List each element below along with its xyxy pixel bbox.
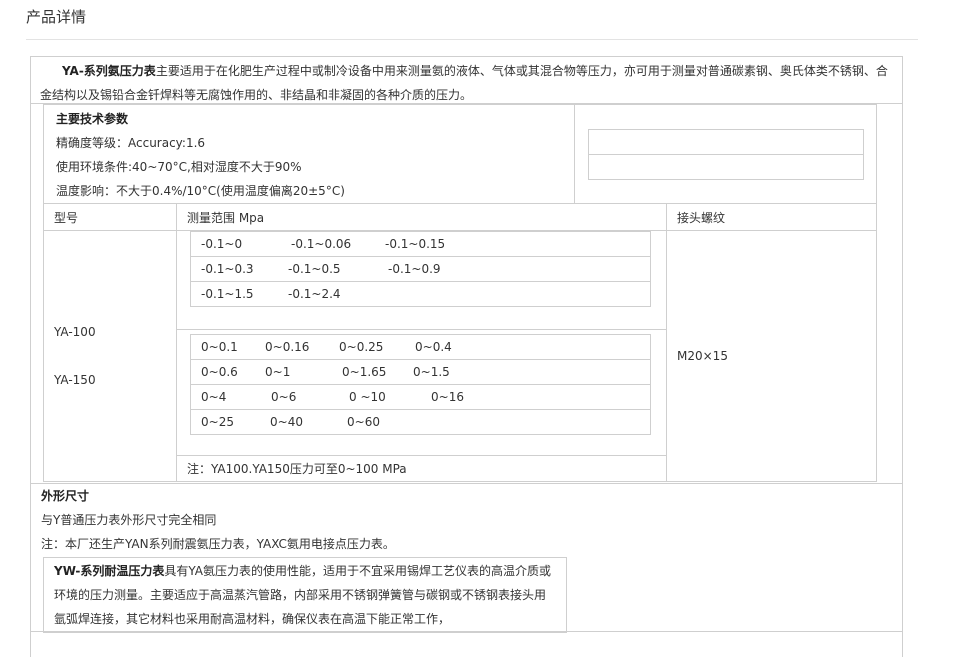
bottom-divider (31, 631, 902, 632)
range-value: -0.1~0.9 (388, 262, 441, 276)
specs-box: 主要技术参数 精确度等级：Accuracy:1.6 使用环境条件:40~70°C… (43, 104, 877, 204)
range-value: 0~1.5 (413, 365, 450, 379)
range-group-divider (176, 329, 666, 330)
specs-title: 主要技术参数 (56, 112, 129, 126)
header-thread: 接头螺纹 (677, 211, 726, 225)
range-value: 0~0.6 (201, 365, 238, 379)
range-value: 0~6 (271, 390, 297, 404)
range-value: -0.1~2.4 (288, 287, 341, 301)
dimensions-text: 与Y普通压力表外形尺寸完全相同 (41, 513, 217, 527)
range-value: 0~0.1 (201, 340, 238, 354)
dimensions-title: 外形尺寸 (41, 489, 90, 503)
range-value: 0~1 (265, 365, 291, 379)
yw-line-2: 环境的压力测量。主要适应于高温蒸汽管路，内部采用不锈钢弹簧管与碳钢或不锈钢表接头… (54, 588, 547, 602)
range-value: -0.1~0.3 (201, 262, 254, 276)
note-divider (176, 455, 666, 456)
table-row: 0~0.6 0~1 0~1.65 0~1.5 (191, 360, 650, 385)
range-value: 0~4 (201, 390, 227, 404)
col-divider-1 (176, 204, 177, 481)
blank-cell-1 (588, 129, 864, 155)
range-value: -0.1~0.5 (288, 262, 341, 276)
range-value: -0.1~0.06 (291, 237, 352, 251)
table-row: 0~4 0~6 0 ~10 0~16 (191, 385, 650, 410)
thread-value: M20×15 (677, 349, 728, 363)
intro-description: 主要适用于在化肥生产过程中或制冷设备中用来测量氨的液体、气体或其混合物等压力，亦… (40, 64, 888, 102)
range-table: 型号 测量范围 Mpa 接头螺纹 YA-100 YA-150 -0.1~0 -0… (43, 203, 877, 482)
positive-range-table: 0~0.1 0~0.16 0~0.25 0~0.4 0~0.6 0~1 0~1.… (190, 334, 651, 435)
spec-temperature: 温度影响：不大于0.4%/10°C(使用温度偏离20±5°C) (56, 184, 345, 198)
intro-paragraph: YA-系列氨压力表主要适用于在化肥生产过程中或制冷设备中用来测量氨的液体、气体或… (40, 59, 895, 107)
range-note: 注：YA100.YA150压力可至0~100 MPa (187, 462, 407, 476)
model-ya150: YA-150 (54, 373, 96, 387)
col-divider-2 (666, 204, 667, 481)
range-value: -0.1~0 (201, 237, 243, 251)
dimensions-note: 注：本厂还生产YAN系列耐震氨压力表，YAXC氨用电接点压力表。 (41, 537, 395, 551)
range-value: -0.1~1.5 (201, 287, 254, 301)
header-model: 型号 (54, 211, 79, 225)
header-range: 测量范围 Mpa (187, 211, 265, 225)
range-value: 0~0.16 (265, 340, 310, 354)
page-title: 产品详情 (26, 8, 87, 26)
range-value: 0~40 (270, 415, 303, 429)
negative-range-table: -0.1~0 -0.1~0.06 -0.1~0.15 -0.1~0.3 -0.1… (190, 231, 651, 307)
yw-box: YW-系列耐温压力表具有YA氨压力表的使用性能，适用于不宜采用锡焊工艺仪表的高温… (43, 557, 567, 633)
spec-accuracy: 精确度等级：Accuracy:1.6 (56, 136, 206, 150)
table-row: -0.1~1.5 -0.1~2.4 (191, 282, 650, 306)
table-row: 0~25 0~40 0~60 (191, 410, 650, 434)
product-detail-content: YA-系列氨压力表主要适用于在化肥生产过程中或制冷设备中用来测量氨的液体、气体或… (30, 56, 903, 657)
range-value: -0.1~0.15 (385, 237, 446, 251)
range-value: 0~0.4 (415, 340, 452, 354)
table-row: 0~0.1 0~0.16 0~0.25 0~0.4 (191, 335, 650, 360)
model-ya100: YA-100 (54, 325, 96, 339)
intro-product-name: YA-系列氨压力表 (62, 64, 156, 78)
range-value: 0 ~10 (349, 390, 386, 404)
yw-line-1: YW-系列耐温压力表具有YA氨压力表的使用性能，适用于不宜采用锡焊工艺仪表的高温… (54, 564, 551, 578)
yw-line-3: 氩弧焊连接，其它材料也采用耐高温材料，确保仪表在高温下能正常工作， (54, 612, 451, 626)
spec-environment: 使用环境条件:40~70°C,相对湿度不大于90% (56, 160, 302, 174)
range-value: 0~1.65 (342, 365, 387, 379)
range-value: 0~16 (431, 390, 464, 404)
table-row: -0.1~0 -0.1~0.06 -0.1~0.15 (191, 232, 650, 257)
table-row: -0.1~0.3 -0.1~0.5 -0.1~0.9 (191, 257, 650, 282)
range-value: 0~60 (347, 415, 380, 429)
dimensions-divider (31, 483, 902, 484)
range-value: 0~0.25 (339, 340, 384, 354)
range-value: 0~25 (201, 415, 234, 429)
blank-cell-2 (588, 154, 864, 180)
title-divider (26, 39, 918, 40)
specs-divider (574, 105, 575, 203)
